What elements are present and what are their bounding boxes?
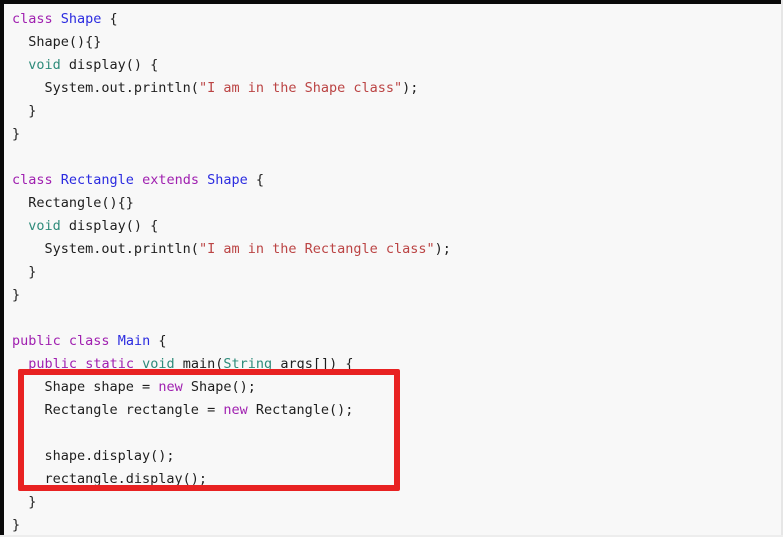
code-token: { [101,11,118,27]
code-token: String [223,356,273,372]
java-source-code[interactable]: class Shape { Shape(){} void display() {… [4,4,781,537]
code-token: new [158,379,183,395]
code-token: { [150,333,167,349]
code-token: shape.display(); [12,448,175,464]
code-token: System.out.println( [12,80,199,96]
code-token: Shape [207,172,248,188]
code-token: } [12,103,37,119]
code-token: Rectangle(){} [12,195,134,211]
code-token: } [12,126,21,142]
code-token: Rectangle(); [247,402,354,418]
code-token: ); [402,80,419,96]
code-body: class Shape { Shape(){} void display() {… [12,11,451,533]
code-token: void [28,57,61,73]
code-token: public [28,356,78,372]
code-token: } [12,287,21,303]
code-token: Shape(); [182,379,256,395]
frame-left-border [0,0,4,537]
code-token: main( [174,356,224,372]
code-token: } [12,264,37,280]
code-token: } [12,517,21,533]
code-token: args[]) { [272,356,354,372]
code-token: "I am in the Rectangle class" [198,241,435,257]
code-token: class [12,11,53,27]
code-editor-surface[interactable]: class Shape { Shape(){} void display() {… [4,4,781,535]
code-token: "I am in the Shape class" [198,80,403,96]
code-token: ); [434,241,451,257]
code-token: Shape [60,11,102,27]
code-token: class [12,172,53,188]
code-screenshot: class Shape { Shape(){} void display() {… [0,0,783,537]
code-token: Shape shape = [12,379,159,395]
code-token: static [85,356,134,372]
code-token: extends [142,172,199,188]
code-token: rectangle.display(); [12,471,208,487]
code-token: display() { [60,57,159,73]
code-token: void [28,218,61,234]
code-token: System.out.println( [12,241,199,257]
code-token: Shape(){} [12,34,102,50]
code-token: void [142,356,175,372]
code-token: display() { [60,218,159,234]
frame-top-border [0,0,783,4]
code-token: Main [117,333,151,349]
code-token: new [223,402,248,418]
code-token: public [12,333,61,349]
code-token: class [68,333,110,349]
code-token: { [247,172,265,188]
code-token: Rectangle rectangle = [12,402,224,418]
code-token: } [12,494,37,510]
code-token: Rectangle [60,172,134,188]
